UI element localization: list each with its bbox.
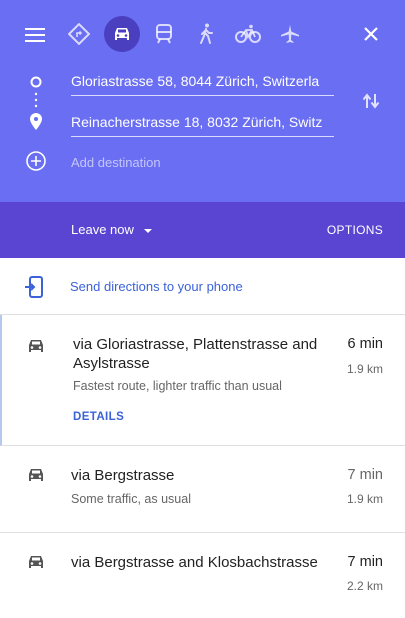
route-distance: 2.2 km xyxy=(346,579,383,593)
route-description: Fastest route, lighter traffic than usua… xyxy=(73,379,282,393)
route-time: 7 min xyxy=(347,554,383,570)
directions-header: Gloriastrasse 58, 8044 Zürich, Switzerla… xyxy=(0,0,405,202)
leave-now-label: Leave now xyxy=(71,222,134,237)
swap-vertical-icon xyxy=(362,93,380,109)
car-icon xyxy=(29,340,43,352)
menu-button[interactable] xyxy=(20,20,50,50)
close-button[interactable] xyxy=(357,20,385,48)
send-to-phone-label: Send directions to your phone xyxy=(70,279,243,294)
train-icon xyxy=(156,24,172,44)
route-title: via Bergstrasse and Klosbachstrasse xyxy=(71,554,318,571)
route-option[interactable]: via Bergstrasse and Klosbachstrasse 7 mi… xyxy=(0,533,405,618)
route-time: 7 min xyxy=(347,467,383,483)
swap-button[interactable] xyxy=(358,88,384,114)
close-icon xyxy=(364,27,378,41)
mode-best-route-button[interactable] xyxy=(61,16,97,52)
origin-input[interactable]: Gloriastrasse 58, 8044 Zürich, Switzerla xyxy=(71,70,334,96)
route-distance: 1.9 km xyxy=(346,362,383,376)
walking-icon xyxy=(200,23,213,44)
car-icon xyxy=(115,28,129,40)
destination-input[interactable]: Reinacherstrasse 18, 8032 Zürich, Switz xyxy=(71,111,334,137)
route-title: via Gloriastrasse, Plattenstrasse and As… xyxy=(73,336,318,372)
bicycle-icon xyxy=(235,24,261,43)
mode-driving-button[interactable] xyxy=(104,16,140,52)
chevron-down-icon xyxy=(143,228,152,233)
route-time: 6 min xyxy=(347,336,383,352)
mode-walking-button[interactable] xyxy=(188,16,224,52)
add-destination-input[interactable]: Add destination xyxy=(71,155,161,170)
car-icon xyxy=(29,556,43,568)
details-button[interactable]: DETAILS xyxy=(73,411,124,423)
route-distance: 1.9 km xyxy=(346,492,383,506)
route-description: Some traffic, as usual xyxy=(71,492,191,506)
route-option[interactable]: via Bergstrasse Some traffic, as usual 7… xyxy=(0,446,405,533)
departure-bar: Leave now OPTIONS xyxy=(0,202,405,258)
mode-transit-button[interactable] xyxy=(146,16,182,52)
route-title: via Bergstrasse xyxy=(71,467,175,484)
mode-cycling-button[interactable] xyxy=(230,16,266,52)
mode-flights-button[interactable] xyxy=(272,16,308,52)
send-to-phone-row[interactable]: Send directions to your phone xyxy=(0,258,405,315)
route-option[interactable]: via Gloriastrasse, Plattenstrasse and As… xyxy=(0,315,405,446)
origin-circle-icon xyxy=(30,76,42,88)
hamburger-menu-icon xyxy=(25,28,45,42)
destination-pin-icon xyxy=(30,113,42,130)
send-to-phone-icon xyxy=(25,276,43,298)
diamond-turn-icon xyxy=(68,23,90,45)
leave-now-dropdown[interactable]: Leave now xyxy=(71,222,152,237)
options-button[interactable]: OPTIONS xyxy=(327,223,383,237)
car-icon xyxy=(29,469,43,481)
route-markers xyxy=(26,76,46,171)
airplane-icon xyxy=(281,25,299,43)
